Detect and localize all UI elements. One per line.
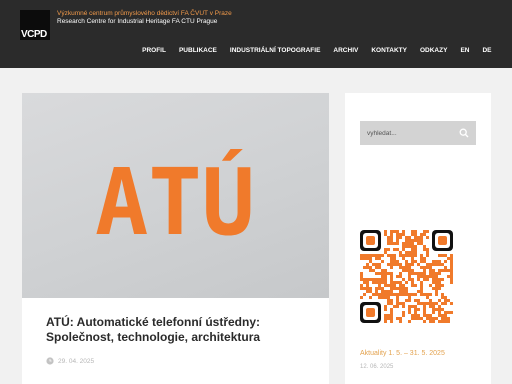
nav-item-publikace[interactable]: PUBLIKACE xyxy=(172,44,223,57)
post-card: ATÚ ATÚ: Automatické telefonní ústředny:… xyxy=(22,93,329,384)
news-item-date: 12. 06. 2025 xyxy=(360,364,394,370)
site-logo-text[interactable]: VCPD xyxy=(21,29,47,40)
qr-finder-pattern xyxy=(360,230,381,251)
search-box xyxy=(360,121,476,145)
news-item-link[interactable]: Aktuality 1. 5. – 31. 5. 2025 xyxy=(360,350,445,357)
nav-item-profil[interactable]: PROFIL xyxy=(136,44,173,57)
post-title[interactable]: ATÚ: Automatické telefonní ústředny: Spo… xyxy=(46,315,316,345)
nav-item-kontakty[interactable]: KONTAKTY xyxy=(365,44,414,57)
institution-name-en: Research Centre for Industrial Heritage … xyxy=(57,18,218,25)
post-featured-image[interactable]: ATÚ xyxy=(22,93,329,298)
institution-name-cz: Výzkumné centrum průmyslového dědictví F… xyxy=(57,10,232,17)
search-input[interactable] xyxy=(360,121,460,145)
nav-item-odkazy[interactable]: ODKAZY xyxy=(413,44,453,57)
nav-item-lang-en[interactable]: EN xyxy=(454,44,476,57)
nav-item-lang-de[interactable]: DE xyxy=(476,44,498,57)
post-meta: 29. 04. 2025 xyxy=(46,357,94,365)
qr-finder-pattern xyxy=(360,302,381,323)
post-date: 29. 04. 2025 xyxy=(58,357,95,365)
search-icon[interactable] xyxy=(459,128,469,138)
qr-code[interactable] xyxy=(360,230,453,323)
main-nav: PROFIL PUBLIKACE INDUSTRIÁLNÍ TOPOGRAFIE… xyxy=(136,44,498,57)
qr-finder-pattern xyxy=(432,230,453,251)
site-header: VCPD Výzkumné centrum průmyslového dědic… xyxy=(0,0,512,68)
nav-item-archiv[interactable]: ARCHIV xyxy=(327,44,365,57)
sidebar: Aktuality 1. 5. – 31. 5. 2025 12. 06. 20… xyxy=(345,93,491,384)
post-image-text: ATÚ xyxy=(95,147,255,256)
clock-icon xyxy=(46,357,54,365)
nav-item-industrialni-topografie[interactable]: INDUSTRIÁLNÍ TOPOGRAFIE xyxy=(223,44,327,57)
